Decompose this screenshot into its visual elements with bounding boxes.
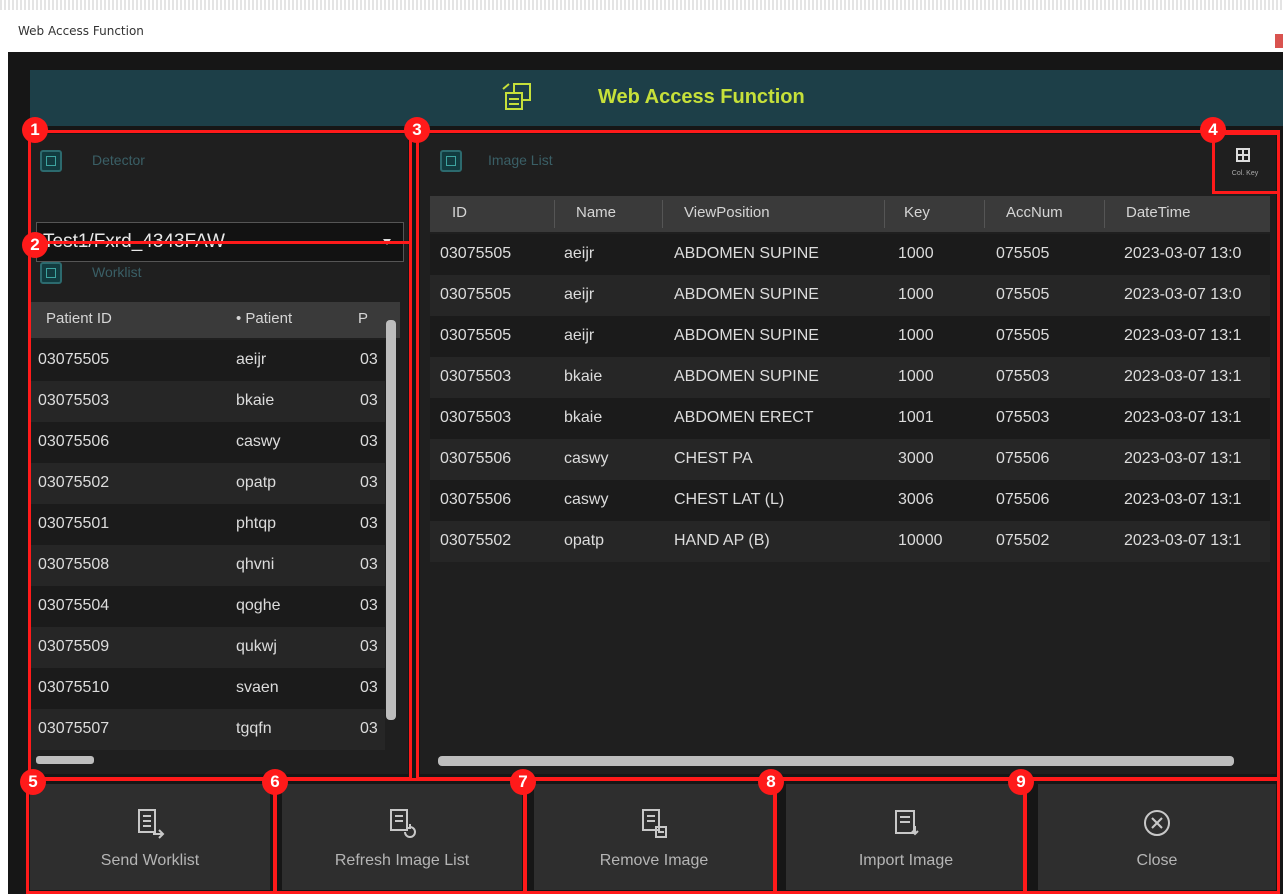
callout-box-close: [1024, 778, 1280, 894]
callout-badge-2: 2: [22, 232, 48, 258]
callout-badge-5: 5: [20, 769, 46, 795]
window-close-icon[interactable]: [1275, 34, 1283, 48]
top-border-stripe: [0, 0, 1283, 10]
callout-badge-4: 4: [1200, 117, 1226, 143]
callout-badge-6: 6: [262, 769, 288, 795]
callout-badge-3: 3: [404, 117, 430, 143]
callout-box-worklist: [28, 241, 412, 780]
callout-box-detector: [28, 130, 412, 244]
callout-badge-9: 9: [1008, 769, 1034, 795]
callout-badge-7: 7: [510, 769, 536, 795]
callout-box-import: [774, 778, 1026, 894]
web-access-icon: [502, 83, 531, 110]
callout-box-column-key: [1212, 132, 1280, 194]
callout-badge-1: 1: [22, 117, 48, 143]
callout-box-remove: [524, 778, 776, 894]
window-titlebar: Web Access Function: [0, 10, 1283, 52]
callout-box-send-worklist: [26, 778, 276, 894]
callout-box-image-list: [416, 130, 1280, 780]
callout-badge-8: 8: [758, 769, 784, 795]
callout-box-refresh: [274, 778, 526, 894]
app-header: Web Access Function: [30, 70, 1283, 126]
app-title: Web Access Function: [598, 86, 805, 108]
window-title: Web Access Function: [18, 24, 144, 38]
